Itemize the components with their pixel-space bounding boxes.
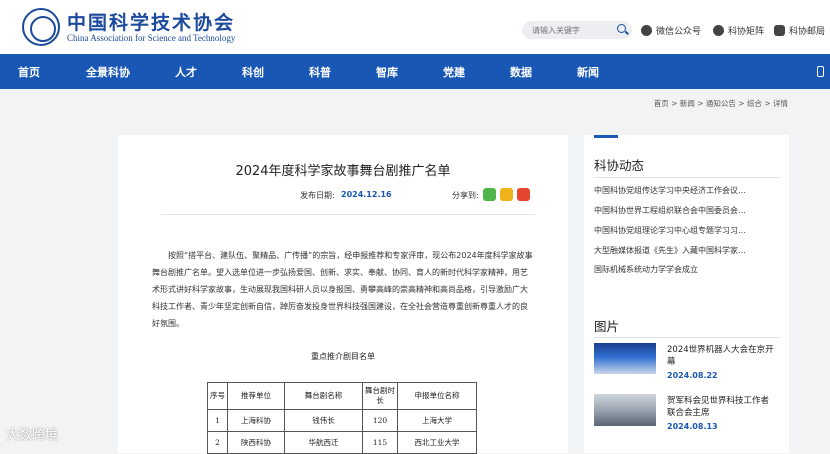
table-cell: 钱伟长 [284, 409, 363, 432]
table-cell: 华航西迁 [284, 431, 363, 454]
table-cell: 2 [207, 431, 228, 454]
table-row: 1 上海科协 钱伟长 120 上海大学 [207, 409, 477, 432]
logo-title-cn[interactable]: 中国科学技术协会 [67, 8, 235, 35]
table-cell: 120 [362, 409, 398, 432]
news-heading[interactable]: 科协动态 [594, 155, 644, 174]
news-item[interactable]: 中国科协党组理论学习中心组专题学习习… [594, 225, 774, 236]
article-panel: 2024年度科学家故事舞台剧推广名单 发布日期: 2024.12.16 分享到:… [118, 135, 568, 454]
table-cell: 上海大学 [397, 409, 477, 432]
nav-item-panorama[interactable]: 全景科协 [86, 64, 130, 80]
matrix-link[interactable]: 科协矩阵 [713, 24, 764, 37]
share-label: 分享到: [452, 191, 479, 200]
col-header-applicant: 申报单位名称 [397, 382, 477, 410]
mobile-icon[interactable] [817, 66, 824, 77]
table-caption: 重点推介剧目名单 [311, 352, 375, 361]
matrix-link-label: 科协矩阵 [728, 27, 765, 37]
table-cell: 西北工业大学 [397, 431, 477, 454]
pic-caption[interactable]: 2024世界机器人大会在京开幕 [667, 344, 777, 368]
search-icon[interactable] [617, 24, 626, 33]
nav-item-innovation[interactable]: 科创 [242, 64, 264, 80]
nav-item-thinktank[interactable]: 智库 [376, 64, 398, 80]
mail-link[interactable]: 科协邮局 [774, 24, 825, 37]
mail-link-label: 科协邮局 [789, 27, 826, 37]
date-label: 发布日期: [300, 191, 335, 200]
recommend-table: 序号 推荐单位 舞台剧名称 舞台剧时长 申报单位名称 1 上海科协 钱伟长 12… [207, 382, 477, 454]
main-nav: 首页 全景科协 人才 科创 科普 智库 党建 数据 新闻 [0, 54, 830, 89]
site-header: 中国科学技术协会 China Association for Science a… [0, 0, 830, 54]
nav-item-popsci[interactable]: 科普 [309, 64, 331, 80]
news-item[interactable]: 大型融媒体报道《先生》入藏中国科学家… [594, 245, 774, 256]
mail-icon [774, 25, 785, 36]
qzone-share-icon[interactable] [500, 188, 513, 201]
wechat-link[interactable]: 微信公众号 [641, 24, 701, 37]
pics-heading[interactable]: 图片 [594, 316, 619, 335]
robot-conference-image[interactable] [594, 343, 656, 374]
watermark: 大数跨境 [6, 428, 59, 443]
col-header-index: 序号 [207, 382, 228, 410]
table-row: 2 陕西科协 华航西迁 115 西北工业大学 [207, 431, 477, 454]
logo-title-en: China Association for Science and Techno… [67, 33, 236, 43]
col-header-play: 舞台剧名称 [284, 382, 363, 410]
pic-date: 2024.08.13 [667, 422, 718, 431]
col-header-unit: 推荐单位 [227, 382, 285, 410]
cast-logo-icon[interactable] [22, 8, 60, 46]
news-item[interactable]: 国际机械系统动力学学会成立 [594, 264, 774, 275]
sidebar: 科协动态 中国科协党组传达学习中央经济工作会议… 中国科协世界工程组织联合会中国… [584, 135, 789, 453]
article-body: 按照“搭平台、建队伍、聚精品、广传播”的宗旨，经申报推荐和专家评审，现公布202… [152, 251, 533, 328]
wechat-icon [641, 25, 652, 36]
pic-date: 2024.08.22 [667, 371, 718, 380]
divider [162, 214, 534, 215]
col-header-duration: 舞台剧时长 [362, 382, 398, 410]
news-item[interactable]: 中国科协世界工程组织联合会中国委员会… [594, 205, 774, 216]
section-accent-bar [594, 135, 618, 138]
divider [594, 337, 780, 338]
wechat-link-label: 微信公众号 [656, 27, 702, 37]
table-cell: 上海科协 [227, 409, 285, 432]
table-header-row: 序号 推荐单位 舞台剧名称 舞台剧时长 申报单位名称 [207, 382, 477, 410]
table-cell: 陕西科协 [227, 431, 285, 454]
table-cell: 1 [207, 409, 228, 432]
nav-item-news[interactable]: 新闻 [577, 64, 599, 80]
search-input[interactable] [532, 23, 612, 37]
meeting-photo-image[interactable] [594, 394, 656, 426]
breadcrumb[interactable]: 首页 > 新闻 > 通知公告 > 综合 > 详情 [654, 98, 788, 109]
nav-item-home[interactable]: 首页 [18, 64, 40, 80]
nav-item-party[interactable]: 党建 [443, 64, 465, 80]
nav-item-data[interactable]: 数据 [510, 64, 532, 80]
search-box [522, 21, 632, 39]
wechat-share-icon[interactable] [483, 188, 496, 201]
publish-date: 2024.12.16 [341, 190, 392, 199]
matrix-icon [713, 25, 724, 36]
nav-item-talent[interactable]: 人才 [175, 64, 197, 80]
pic-caption[interactable]: 贺军科会见世界科技工作者联合会主席 [667, 395, 777, 419]
divider [594, 177, 780, 178]
weibo-share-icon[interactable] [517, 188, 530, 201]
news-item[interactable]: 中国科协党组传达学习中央经济工作会议… [594, 185, 774, 196]
article-title: 2024年度科学家故事舞台剧推广名单 [235, 164, 451, 179]
table-cell: 115 [362, 431, 398, 454]
